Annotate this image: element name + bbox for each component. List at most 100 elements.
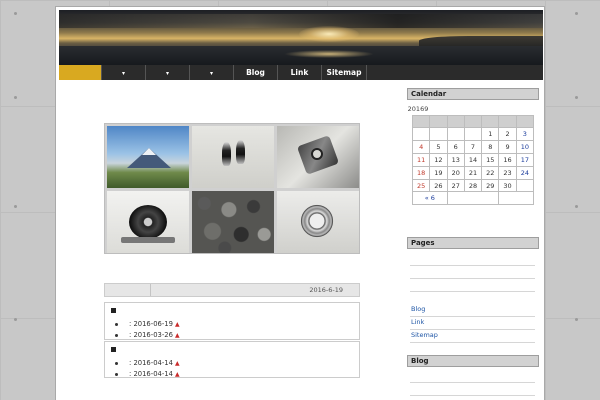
calendar-day: 20 (446, 165, 465, 180)
list-item[interactable]: : 2016-04-14 ▲ (115, 358, 180, 369)
calendar-weekday (446, 115, 465, 128)
calendar-day: 28 (463, 178, 483, 193)
reel-shape (129, 205, 167, 239)
calendar-day (515, 178, 535, 193)
lure-shape (222, 142, 231, 166)
bullet-icon (115, 361, 118, 365)
calendar-caption: 20169 (407, 105, 429, 113)
new-badge-icon: ▲ (174, 332, 180, 339)
calendar-day: 29 (481, 178, 500, 193)
post-list: : 2016-06-19 ▲ : 2016-03-26 ▲ (115, 319, 180, 341)
gallery-photo-machined-part[interactable] (277, 126, 359, 188)
calendar-week: 18 19 20 21 22 23 24 (411, 165, 535, 180)
calendar-prev-month-link[interactable]: « 6 (412, 191, 448, 206)
wall-bolt (14, 318, 17, 321)
gallery-photo-bearing[interactable] (277, 191, 359, 253)
post-header-bar: 2016-6-19 (104, 283, 360, 297)
global-nav: ▾ ▾ ▾ Blog Link Sitemap (59, 65, 543, 80)
calendar-day: 6 (446, 139, 465, 154)
calendar-day: 7 (463, 139, 483, 154)
nav-item-link[interactable]: Link (278, 65, 322, 80)
calendar-week: 1 2 3 (411, 127, 535, 141)
nav-item-menu-1[interactable]: ▾ (102, 65, 146, 80)
gallery-photo-stones[interactable] (192, 191, 274, 253)
chevron-down-icon: ▾ (165, 70, 169, 77)
nav-item-sitemap[interactable]: Sitemap (322, 65, 367, 80)
list-item-text: : 2016-04-14 (129, 370, 173, 378)
list-item[interactable]: : 2016-04-14 ▲ (115, 369, 180, 380)
list-item-text: : 2016-03-26 (129, 331, 173, 339)
calendar-week: 25 26 27 28 29 30 (411, 178, 535, 193)
sidebar-heading-blog: Blog (407, 355, 539, 367)
calendar-day: 10 (515, 139, 535, 154)
calendar-day: 16 (498, 152, 517, 167)
divider (410, 291, 535, 292)
header-banner (59, 10, 543, 67)
gallery-photo-mount-fuji[interactable] (107, 126, 189, 188)
divider (410, 278, 535, 279)
page-container: ▾ ▾ ▾ Blog Link Sitemap 2016-6-19: 2016… (55, 6, 545, 400)
banner-clouds (59, 14, 543, 28)
chevron-down-icon: ▾ (209, 70, 213, 77)
chevron-down-icon: ▾ (121, 70, 125, 77)
gallery-photo-lures[interactable] (192, 126, 274, 188)
list-item-text: : 2016-04-14 (129, 359, 173, 367)
calendar-weekday (463, 115, 483, 128)
wall-bolt (575, 318, 578, 321)
list-item[interactable]: : 2016-03-26 ▲ (115, 330, 180, 341)
calendar-weekday (498, 115, 517, 128)
calendar-day: 3 (515, 127, 535, 141)
wall-bolt (14, 205, 17, 208)
reel-base (121, 237, 175, 243)
calendar-day (463, 127, 483, 141)
wall-bolt (575, 12, 578, 15)
calendar-nav-spacer (498, 191, 534, 206)
divider (410, 382, 535, 383)
list-item[interactable]: : 2016-06-19 ▲ (115, 319, 180, 330)
calendar-nav-row: « 6 (412, 191, 534, 206)
sidebar-link-link[interactable]: Link (411, 318, 424, 326)
calendar-day: 17 (515, 152, 535, 167)
calendar-table: 1 2 3 4 5 6 7 8 9 10 11 12 13 14 15 16 1… (411, 115, 535, 206)
nav-item-menu-2[interactable]: ▾ (146, 65, 190, 80)
wall-bolt (575, 96, 578, 99)
calendar-day: 15 (481, 152, 500, 167)
calendar-day: 12 (429, 152, 448, 167)
lure-shape (236, 140, 245, 164)
post-list-box: : 2016-06-19 ▲ : 2016-03-26 ▲ (104, 302, 360, 340)
part-hole (311, 148, 323, 160)
bearing-shape (299, 203, 335, 239)
nav-item-home[interactable] (59, 65, 102, 80)
bullet-icon (115, 372, 118, 376)
sidebar-heading-pages: Pages (407, 237, 539, 249)
calendar-day (429, 127, 448, 141)
square-bullet-icon (111, 347, 116, 352)
calendar-header-row (411, 115, 535, 128)
banner-sun (299, 26, 359, 42)
nav-item-blog[interactable]: Blog (234, 65, 278, 80)
banner-glint (284, 50, 374, 58)
calendar-day: 27 (446, 178, 465, 193)
calendar-weekday (429, 115, 448, 128)
calendar-day: 5 (429, 139, 448, 154)
new-badge-icon: ▲ (174, 360, 180, 367)
gallery-photo-reel[interactable] (107, 191, 189, 253)
calendar-day: 14 (463, 152, 483, 167)
calendar-day: 23 (498, 165, 517, 180)
calendar-day: 18 (411, 165, 431, 180)
divider (410, 265, 535, 266)
nav-item-menu-3[interactable]: ▾ (190, 65, 234, 80)
divider (410, 316, 535, 317)
calendar-day: 1 (481, 127, 500, 141)
divider (410, 329, 535, 330)
calendar-day: 13 (446, 152, 465, 167)
calendar-week: 11 12 13 14 15 16 17 (411, 152, 535, 167)
calendar-day: 25 (411, 178, 431, 193)
square-bullet-icon (111, 308, 116, 313)
sidebar-link-blog[interactable]: Blog (411, 305, 425, 313)
sidebar-heading-calendar: Calendar (407, 88, 539, 100)
post-list-box: : 2016-04-14 ▲ : 2016-04-14 ▲ (104, 341, 360, 378)
calendar-day: 21 (463, 165, 483, 180)
divider (410, 342, 535, 343)
sidebar-link-sitemap[interactable]: Sitemap (411, 331, 438, 339)
